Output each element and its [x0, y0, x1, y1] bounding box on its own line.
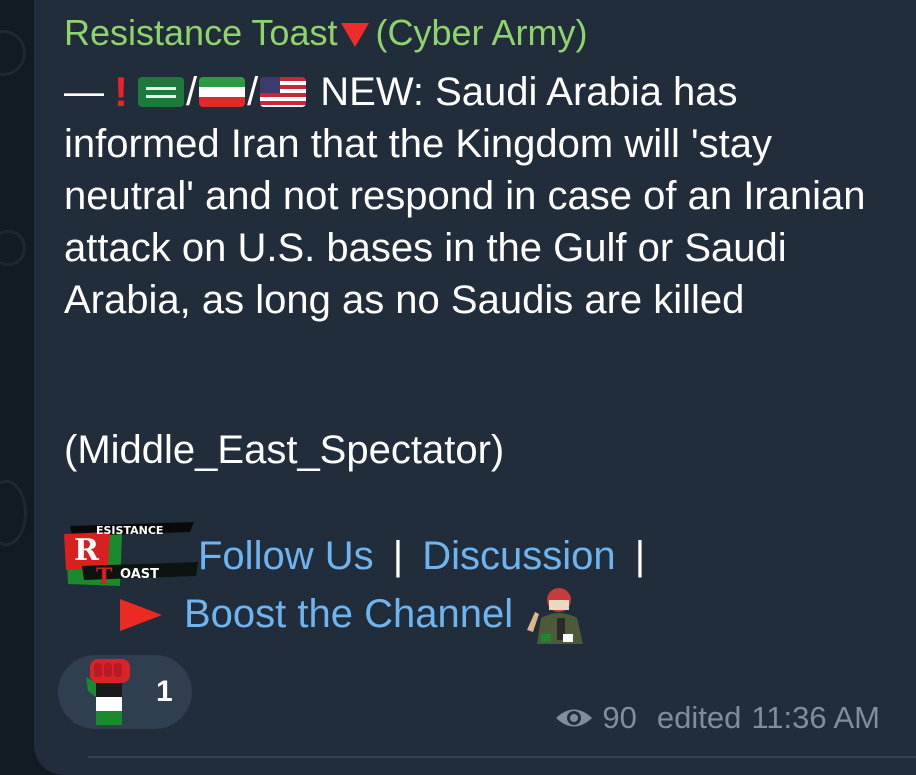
links-row: Follow Us | Discussion |	[198, 534, 653, 579]
headline-line: — ! / / NEW: Saudi Arabia has	[64, 66, 894, 118]
background-doodle	[0, 30, 26, 76]
message-text: — ! / / NEW: Saudi Arabia has informed I…	[64, 66, 894, 326]
iran-flag-icon	[199, 77, 246, 107]
background-doodle	[0, 230, 26, 266]
red-triangle-icon	[341, 23, 370, 47]
view-count: 90	[602, 700, 637, 735]
resistance-toast-logo: R ESISTANCE T OAST	[64, 522, 198, 588]
reaction-chip[interactable]: 1	[58, 655, 192, 729]
edited-label: edited	[656, 700, 742, 735]
link-separator: |	[392, 534, 404, 578]
views-eye-icon	[556, 709, 593, 727]
boost-row: Boost the Channel	[120, 584, 593, 644]
link-separator: |	[634, 534, 646, 578]
sender-name[interactable]: Resistance Toast (Cyber Army)	[64, 12, 588, 54]
boost-channel-link[interactable]: Boost the Channel	[184, 592, 513, 637]
follow-us-link[interactable]: Follow Us	[198, 534, 374, 578]
red-arrow-icon	[120, 599, 162, 631]
headline-start: NEW: Saudi Arabia has	[320, 70, 738, 114]
logo-top-text: ESISTANCE	[96, 524, 163, 537]
slash-separator: /	[247, 70, 259, 114]
reaction-count: 1	[156, 675, 173, 708]
message-meta: 90 edited 11:36 AM	[554, 700, 880, 736]
message-body: informed Iran that the Kingdom will 'sta…	[64, 122, 866, 322]
discussion-link[interactable]: Discussion	[422, 534, 615, 578]
divider	[88, 756, 916, 758]
svg-text:R: R	[74, 533, 100, 568]
sender-name-text: Resistance Toast	[64, 12, 338, 53]
exclamation-icon: !	[114, 68, 128, 115]
lead-dash: —	[64, 70, 104, 114]
raised-fist-palestine-icon	[86, 659, 130, 725]
masked-fighter-icon	[527, 588, 584, 644]
slash-separator: /	[186, 70, 198, 114]
usa-flag-icon	[260, 77, 307, 107]
logo-bottom-text: OAST	[120, 567, 159, 582]
message-time: 11:36 AM	[751, 700, 880, 735]
background-doodle	[0, 480, 27, 546]
svg-text:T: T	[96, 564, 113, 588]
sender-name-suffix: (Cyber Army)	[375, 12, 588, 53]
source-credit: (Middle_East_Spectator)	[64, 428, 505, 472]
saudi-arabia-flag-icon	[138, 77, 184, 107]
